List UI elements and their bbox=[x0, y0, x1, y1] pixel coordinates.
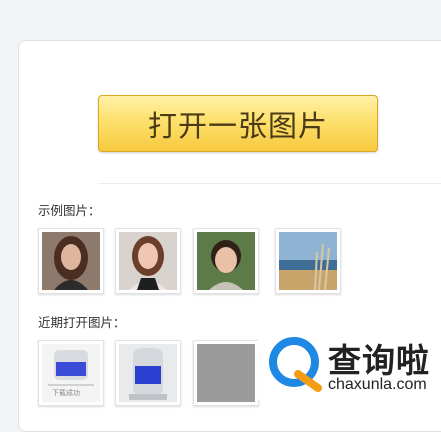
recent-thumb-caption: 下载成功 bbox=[52, 389, 80, 397]
recent-thumb-3[interactable] bbox=[193, 340, 259, 406]
lamp-image bbox=[119, 344, 177, 402]
divider bbox=[98, 183, 441, 184]
portrait-image bbox=[119, 232, 177, 290]
gray-image bbox=[197, 344, 255, 402]
open-image-button[interactable]: 打开一张图片 bbox=[98, 95, 378, 152]
chaxunla-watermark: 查询啦 chaxunla.com bbox=[258, 330, 441, 400]
example-thumb-landscape[interactable] bbox=[275, 228, 341, 294]
recent-label: 近期打开图片： bbox=[38, 315, 126, 330]
watermark-title: 查询啦 bbox=[328, 341, 430, 380]
magnifier-logo-icon bbox=[269, 337, 322, 392]
watermark-url: chaxunla.com bbox=[328, 376, 427, 393]
example-thumb-woman-2[interactable] bbox=[115, 228, 181, 294]
recent-thumb-2[interactable] bbox=[115, 340, 181, 406]
portrait-image bbox=[197, 232, 255, 290]
examples-label: 示例图片： bbox=[38, 203, 101, 218]
example-thumb-woman-1[interactable] bbox=[38, 228, 104, 294]
landscape-image bbox=[279, 232, 337, 290]
portrait-image bbox=[42, 232, 100, 290]
example-thumb-child[interactable] bbox=[193, 228, 259, 294]
